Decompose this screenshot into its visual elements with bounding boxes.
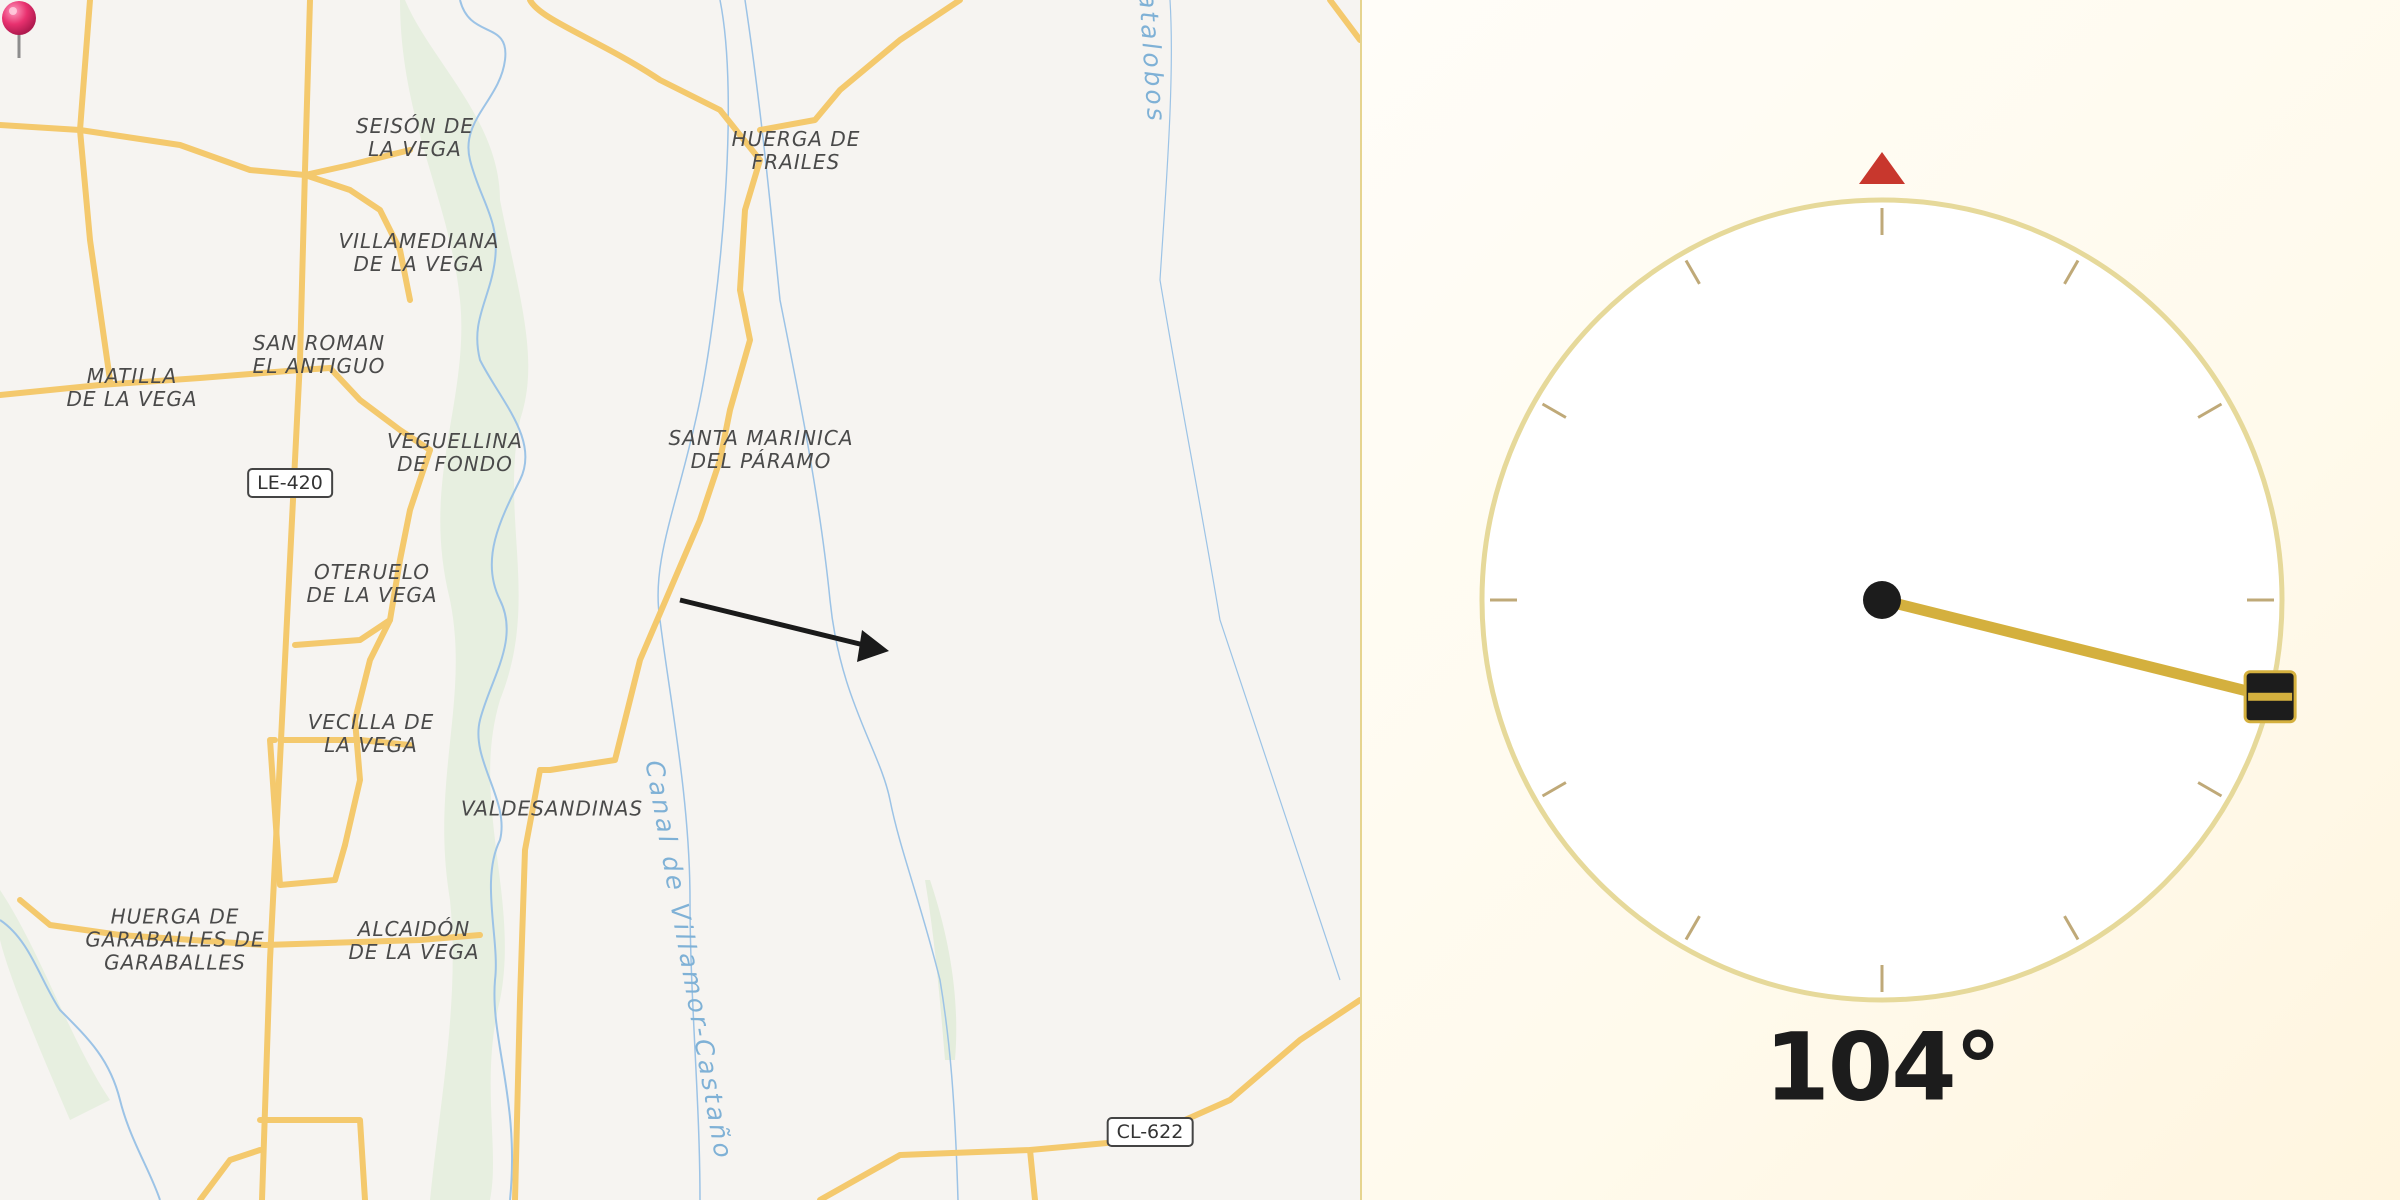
north-marker-icon [1859, 152, 1905, 184]
needle-pivot [1863, 581, 1901, 619]
compass-dial[interactable] [0, 0, 2400, 1200]
heading-readout: 104° [1764, 1013, 2001, 1123]
heading-handle[interactable] [2243, 670, 2297, 724]
